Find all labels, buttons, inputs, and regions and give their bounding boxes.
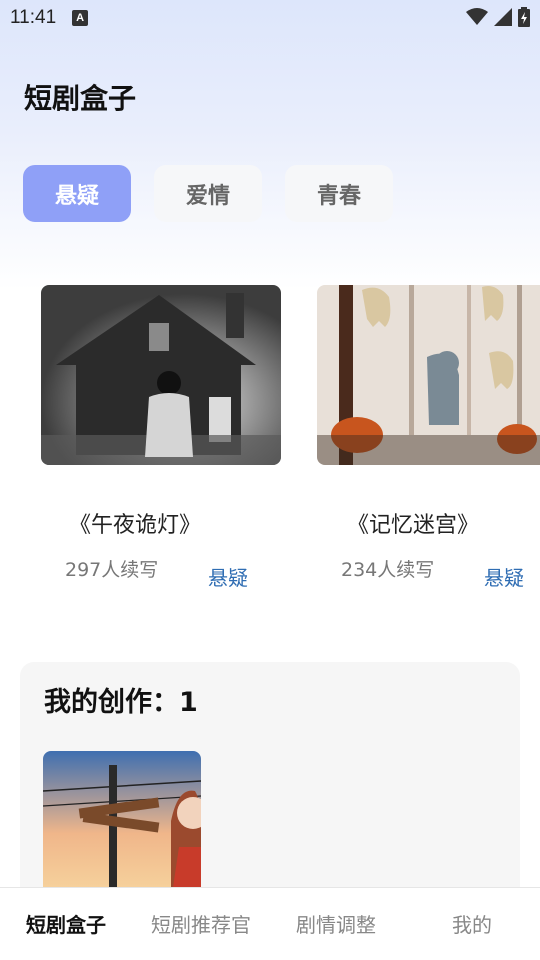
bottom-nav: 短剧盒子 短剧推荐官 剧情调整 我的 — [0, 887, 540, 960]
nav-drama-recommender[interactable]: 短剧推荐官 — [151, 909, 251, 938]
drama-card[interactable]: 《午夜诡灯》 297人续写 悬疑 — [41, 285, 281, 590]
status-time: 11:41 — [10, 7, 57, 28]
drama-title: 《午夜诡灯》 — [69, 513, 202, 538]
signal-icon — [494, 8, 512, 26]
tab-romance[interactable]: 爱情 — [154, 165, 262, 222]
tab-suspense[interactable]: 悬疑 — [23, 165, 131, 222]
page-title: 短剧盒子 — [24, 82, 137, 115]
anime-girl-railway-image[interactable] — [43, 751, 201, 901]
drama-title: 《记忆迷宫》 — [347, 513, 480, 538]
header-background — [0, 0, 540, 290]
nav-mine[interactable]: 我的 — [452, 909, 492, 938]
my-creations-title: 我的创作：1 — [44, 687, 198, 718]
wifi-icon — [466, 8, 488, 25]
drama-list: 《午夜诡灯》 297人续写 悬疑 《记忆迷宫》 234人续写 悬疑 — [0, 285, 540, 605]
ghost-mouse-pumpkin-image[interactable] — [317, 285, 540, 465]
drama-readers: 234人续写 — [341, 559, 435, 581]
notification-icon: A — [72, 10, 89, 26]
drama-card[interactable]: 《记忆迷宫》 234人续写 悬疑 — [317, 285, 540, 590]
haunted-house-image[interactable] — [41, 285, 281, 465]
nav-drama-box[interactable]: 短剧盒子 — [26, 909, 106, 938]
battery-icon — [518, 7, 530, 27]
status-bar: 11:41 A — [0, 0, 540, 36]
drama-tag: 悬疑 — [484, 566, 524, 590]
tab-youth[interactable]: 青春 — [285, 165, 393, 222]
category-tabs: 悬疑 爱情 青春 — [23, 165, 393, 222]
drama-readers: 297人续写 — [65, 559, 159, 581]
nav-plot-adjust[interactable]: 剧情调整 — [296, 909, 376, 938]
drama-tag: 悬疑 — [208, 566, 248, 590]
my-creations-panel: 我的创作：1 — [20, 662, 520, 922]
